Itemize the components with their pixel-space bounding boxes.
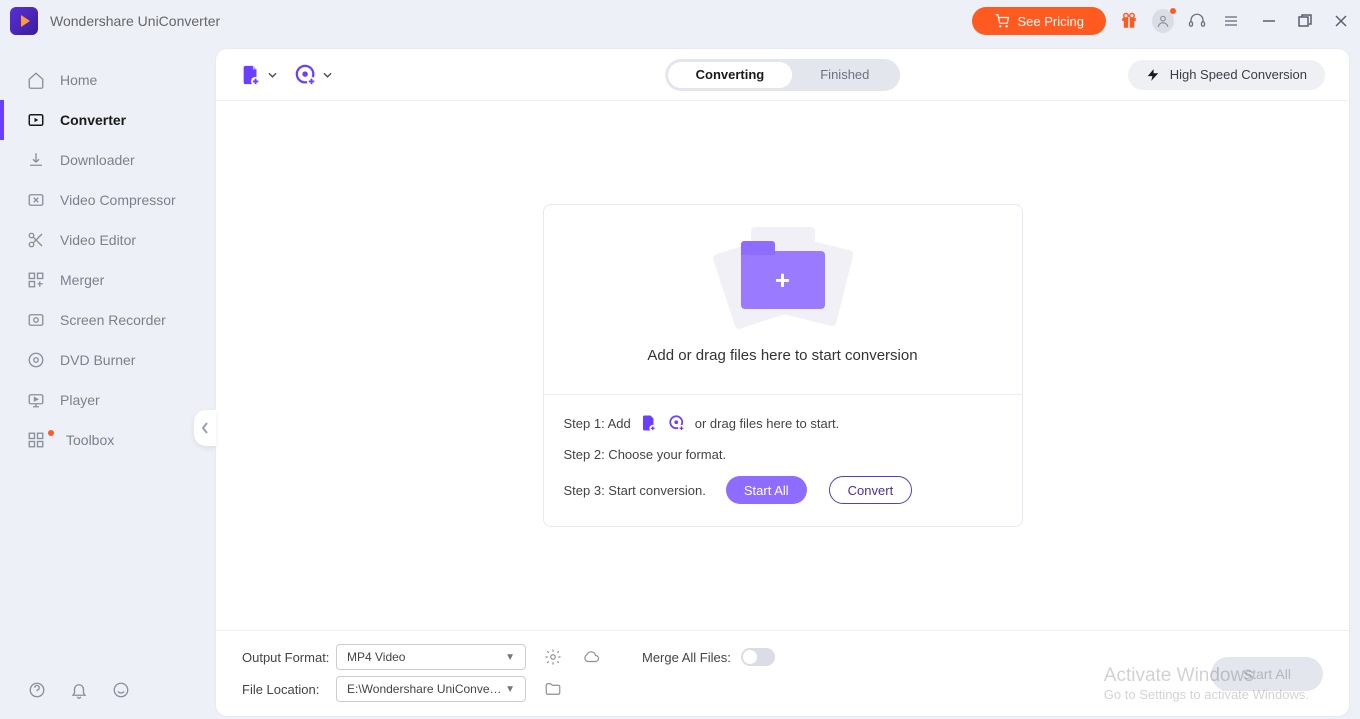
add-dvd-icon[interactable] — [667, 413, 687, 433]
see-pricing-label: See Pricing — [1018, 14, 1084, 29]
sidebar-item-label: Player — [60, 392, 100, 408]
sidebar: Home Converter Downloader Video Compress… — [0, 42, 215, 719]
add-file-button[interactable] — [240, 64, 277, 86]
compress-icon — [26, 190, 46, 210]
step-2: Step 2: Choose your format. — [564, 447, 1002, 462]
bottom-bar: Output Format: MP4 Video ▼ Merge All Fil… — [216, 630, 1349, 716]
main-toolbar: Converting Finished High Speed Conversio… — [216, 49, 1349, 101]
sidebar-item-home[interactable]: Home — [0, 60, 215, 100]
convert-button[interactable]: Convert — [829, 476, 913, 504]
open-folder-icon[interactable] — [542, 678, 564, 700]
titlebar: Wondershare UniConverter See Pricing — [0, 0, 1360, 42]
app-title: Wondershare UniConverter — [50, 13, 220, 29]
add-dvd-icon — [295, 64, 317, 86]
menu-icon[interactable] — [1220, 10, 1242, 32]
sidebar-item-converter[interactable]: Converter — [0, 100, 215, 140]
badge-dot — [48, 430, 54, 436]
sidebar-item-label: Downloader — [60, 152, 135, 168]
sidebar-item-label: Converter — [60, 112, 126, 128]
sidebar-item-label: Toolbox — [66, 432, 114, 448]
feedback-icon[interactable] — [110, 679, 132, 701]
drop-area[interactable]: + Add or drag files here to start conver… — [216, 101, 1349, 630]
help-icon[interactable] — [26, 679, 48, 701]
sidebar-item-compressor[interactable]: Video Compressor — [0, 180, 215, 220]
sidebar-item-editor[interactable]: Video Editor — [0, 220, 215, 260]
sidebar-item-merger[interactable]: Merger — [0, 260, 215, 300]
support-icon[interactable] — [1186, 10, 1208, 32]
tab-segment: Converting Finished — [665, 59, 901, 91]
minimize-button[interactable] — [1260, 12, 1278, 30]
account-icon[interactable] — [1152, 10, 1174, 32]
drop-card: + Add or drag files here to start conver… — [543, 204, 1023, 527]
sidebar-item-recorder[interactable]: Screen Recorder — [0, 300, 215, 340]
sidebar-item-label: Video Editor — [60, 232, 136, 248]
cloud-icon[interactable] — [580, 646, 602, 668]
merge-label: Merge All Files: — [642, 650, 731, 665]
chevron-down-icon — [268, 72, 277, 78]
file-location-select[interactable]: E:\Wondershare UniConverter ▼ — [336, 676, 526, 702]
settings-gear-icon[interactable] — [542, 646, 564, 668]
add-file-icon[interactable] — [639, 413, 659, 433]
sidebar-collapse-button[interactable] — [194, 410, 216, 446]
maximize-button[interactable] — [1296, 12, 1314, 30]
step-3: Step 3: Start conversion. Start All Conv… — [564, 476, 1002, 504]
toolbox-icon — [26, 430, 46, 450]
start-all-main-button[interactable]: Start All — [1211, 657, 1323, 691]
cart-icon — [994, 14, 1010, 28]
disc-icon — [26, 350, 46, 370]
high-speed-conversion-button[interactable]: High Speed Conversion — [1128, 60, 1325, 90]
output-format-select[interactable]: MP4 Video ▼ — [336, 644, 526, 670]
chevron-down-icon: ▼ — [505, 684, 515, 695]
sidebar-item-label: Video Compressor — [60, 192, 176, 208]
recorder-icon — [26, 310, 46, 330]
folder-illustration: + — [708, 235, 858, 325]
step-1: Step 1: Add or drag files here to start. — [564, 413, 1002, 433]
chevron-down-icon: ▼ — [505, 652, 515, 663]
sidebar-item-label: Screen Recorder — [60, 312, 166, 328]
sidebar-item-dvd[interactable]: DVD Burner — [0, 340, 215, 380]
sidebar-item-label: Home — [60, 72, 97, 88]
scissors-icon — [26, 230, 46, 250]
converter-icon — [26, 110, 46, 130]
sidebar-item-label: Merger — [60, 272, 104, 288]
file-location-label: File Location: — [242, 682, 336, 697]
gift-icon[interactable] — [1118, 10, 1140, 32]
add-dvd-button[interactable] — [295, 64, 332, 86]
tab-finished[interactable]: Finished — [792, 62, 897, 88]
close-button[interactable] — [1332, 12, 1350, 30]
file-location-value: E:\Wondershare UniConverter — [347, 682, 505, 696]
home-icon — [26, 70, 46, 90]
chevron-down-icon — [323, 72, 332, 78]
see-pricing-button[interactable]: See Pricing — [972, 7, 1106, 35]
tab-converting[interactable]: Converting — [668, 62, 793, 88]
download-icon — [26, 150, 46, 170]
merge-toggle[interactable] — [741, 648, 775, 666]
output-format-label: Output Format: — [242, 650, 336, 665]
output-format-value: MP4 Video — [347, 650, 405, 664]
merger-icon — [26, 270, 46, 290]
main-panel: Converting Finished High Speed Conversio… — [215, 48, 1350, 717]
start-all-button[interactable]: Start All — [726, 476, 807, 504]
bell-icon[interactable] — [68, 679, 90, 701]
bolt-icon — [1146, 67, 1160, 83]
sidebar-item-downloader[interactable]: Downloader — [0, 140, 215, 180]
hsc-label: High Speed Conversion — [1170, 67, 1307, 82]
drop-message: Add or drag files here to start conversi… — [647, 347, 917, 364]
app-logo — [10, 7, 38, 35]
sidebar-item-player[interactable]: Player — [0, 380, 215, 420]
player-icon — [26, 390, 46, 410]
sidebar-item-label: DVD Burner — [60, 352, 135, 368]
sidebar-item-toolbox[interactable]: Toolbox — [0, 420, 215, 460]
step-1-post: or drag files here to start. — [695, 416, 840, 431]
add-file-icon — [240, 64, 262, 86]
step-1-pre: Step 1: Add — [564, 416, 631, 431]
